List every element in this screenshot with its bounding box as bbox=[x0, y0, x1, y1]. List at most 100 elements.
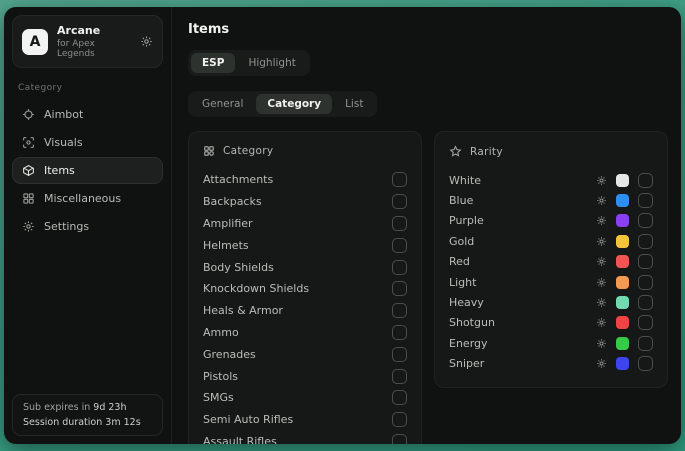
rarity-checkbox[interactable] bbox=[638, 193, 653, 208]
category-label: Pistols bbox=[203, 370, 238, 383]
rarity-checkbox[interactable] bbox=[638, 315, 653, 330]
mode-segment[interactable]: Highlight bbox=[237, 53, 306, 73]
rarity-row: Red bbox=[449, 252, 653, 272]
category-panel: Category Attachments Backpacks bbox=[188, 131, 422, 444]
category-checkbox[interactable] bbox=[392, 369, 407, 384]
sidebar-item[interactable]: Aimbot bbox=[12, 101, 163, 128]
category-label: Helmets bbox=[203, 239, 249, 252]
rarity-checkbox[interactable] bbox=[638, 356, 653, 371]
category-label: SMGs bbox=[203, 391, 234, 404]
rarity-settings-icon[interactable] bbox=[596, 175, 607, 186]
subscription-info-card: Sub expires in 9d 23h Session duration 3… bbox=[12, 394, 163, 436]
sidebar-item-label: Visuals bbox=[44, 136, 83, 149]
rarity-settings-icon[interactable] bbox=[596, 277, 607, 288]
category-checkbox[interactable] bbox=[392, 260, 407, 275]
category-row: Assault Rifles bbox=[203, 431, 407, 444]
rarity-checkbox[interactable] bbox=[638, 295, 653, 310]
category-checkbox[interactable] bbox=[392, 172, 407, 187]
brand-settings-icon[interactable] bbox=[140, 35, 153, 48]
brand-card: A Arcane for Apex Legends bbox=[12, 15, 163, 68]
category-row: Body Shields bbox=[203, 256, 407, 278]
category-panel-title: Category bbox=[223, 145, 273, 157]
rarity-row: Sniper bbox=[449, 354, 653, 374]
sidebar-item-label: Aimbot bbox=[44, 108, 83, 121]
rarity-label: Heavy bbox=[449, 296, 484, 309]
rarity-settings-icon[interactable] bbox=[596, 338, 607, 349]
rarity-panel: Rarity White bbox=[434, 131, 668, 388]
category-label: Body Shields bbox=[203, 261, 274, 274]
category-row: Heals & Armor bbox=[203, 300, 407, 322]
rarity-checkbox[interactable] bbox=[638, 336, 653, 351]
esp-highlight-toggle: ESP Highlight bbox=[188, 50, 310, 76]
page-title: Items bbox=[188, 22, 668, 37]
rarity-color-swatch[interactable] bbox=[616, 235, 629, 248]
app-logo: A bbox=[22, 29, 48, 55]
category-checkbox[interactable] bbox=[392, 390, 407, 405]
rarity-label: Shotgun bbox=[449, 316, 495, 329]
rarity-checkbox[interactable] bbox=[638, 234, 653, 249]
rarity-row: Gold bbox=[449, 231, 653, 251]
rarity-settings-icon[interactable] bbox=[596, 297, 607, 308]
tab[interactable]: General bbox=[191, 94, 254, 114]
category-checkbox[interactable] bbox=[392, 238, 407, 253]
sidebar-item[interactable]: Items bbox=[12, 157, 163, 184]
main-content: Items ESP Highlight General Category Lis… bbox=[172, 7, 681, 444]
rarity-label: Sniper bbox=[449, 357, 484, 370]
category-label: Assault Rifles bbox=[203, 435, 277, 444]
rarity-color-swatch[interactable] bbox=[616, 337, 629, 350]
category-row: Backpacks bbox=[203, 191, 407, 213]
sidebar-item[interactable]: Visuals bbox=[12, 129, 163, 156]
rarity-color-swatch[interactable] bbox=[616, 214, 629, 227]
rarity-label: Purple bbox=[449, 214, 484, 227]
rarity-settings-icon[interactable] bbox=[596, 215, 607, 226]
rarity-color-swatch[interactable] bbox=[616, 316, 629, 329]
rarity-settings-icon[interactable] bbox=[596, 195, 607, 206]
rarity-color-swatch[interactable] bbox=[616, 357, 629, 370]
session-duration-label: Session duration bbox=[23, 417, 102, 428]
mode-segment[interactable]: ESP bbox=[191, 53, 235, 73]
category-grid-icon bbox=[203, 145, 215, 157]
rarity-settings-icon[interactable] bbox=[596, 236, 607, 247]
session-duration-value: 3m 12s bbox=[105, 417, 140, 428]
category-row: Helmets bbox=[203, 234, 407, 256]
rarity-row: Energy bbox=[449, 333, 653, 353]
rarity-color-swatch[interactable] bbox=[616, 255, 629, 268]
category-checkbox[interactable] bbox=[392, 347, 407, 362]
rarity-checkbox[interactable] bbox=[638, 254, 653, 269]
category-label: Backpacks bbox=[203, 195, 262, 208]
category-checkbox[interactable] bbox=[392, 194, 407, 209]
category-checkbox[interactable] bbox=[392, 325, 407, 340]
app-window: A Arcane for Apex Legends Category Aimbo… bbox=[4, 7, 681, 444]
category-row: Grenades bbox=[203, 343, 407, 365]
sidebar: A Arcane for Apex Legends Category Aimbo… bbox=[4, 7, 172, 444]
rarity-color-swatch[interactable] bbox=[616, 276, 629, 289]
category-label: Semi Auto Rifles bbox=[203, 413, 293, 426]
crosshair-icon bbox=[22, 108, 35, 121]
rarity-settings-icon[interactable] bbox=[596, 317, 607, 328]
tab[interactable]: Category bbox=[256, 94, 332, 114]
category-checkbox[interactable] bbox=[392, 434, 407, 444]
rarity-row: Shotgun bbox=[449, 313, 653, 333]
rarity-settings-icon[interactable] bbox=[596, 358, 607, 369]
sidebar-item[interactable]: Settings bbox=[12, 213, 163, 240]
category-checkbox[interactable] bbox=[392, 216, 407, 231]
items-tab-bar: General Category List bbox=[188, 91, 377, 117]
package-icon bbox=[22, 164, 35, 177]
category-label: Heals & Armor bbox=[203, 304, 283, 317]
tab[interactable]: List bbox=[334, 94, 374, 114]
rarity-checkbox[interactable] bbox=[638, 213, 653, 228]
category-label: Knockdown Shields bbox=[203, 282, 309, 295]
category-checkbox[interactable] bbox=[392, 412, 407, 427]
rarity-checkbox[interactable] bbox=[638, 275, 653, 290]
category-row: SMGs bbox=[203, 387, 407, 409]
rarity-color-swatch[interactable] bbox=[616, 174, 629, 187]
rarity-settings-icon[interactable] bbox=[596, 256, 607, 267]
category-checkbox[interactable] bbox=[392, 303, 407, 318]
rarity-label: Blue bbox=[449, 194, 473, 207]
rarity-label: Red bbox=[449, 255, 470, 268]
rarity-color-swatch[interactable] bbox=[616, 194, 629, 207]
rarity-color-swatch[interactable] bbox=[616, 296, 629, 309]
category-checkbox[interactable] bbox=[392, 281, 407, 296]
rarity-checkbox[interactable] bbox=[638, 173, 653, 188]
sidebar-item[interactable]: Miscellaneous bbox=[12, 185, 163, 212]
